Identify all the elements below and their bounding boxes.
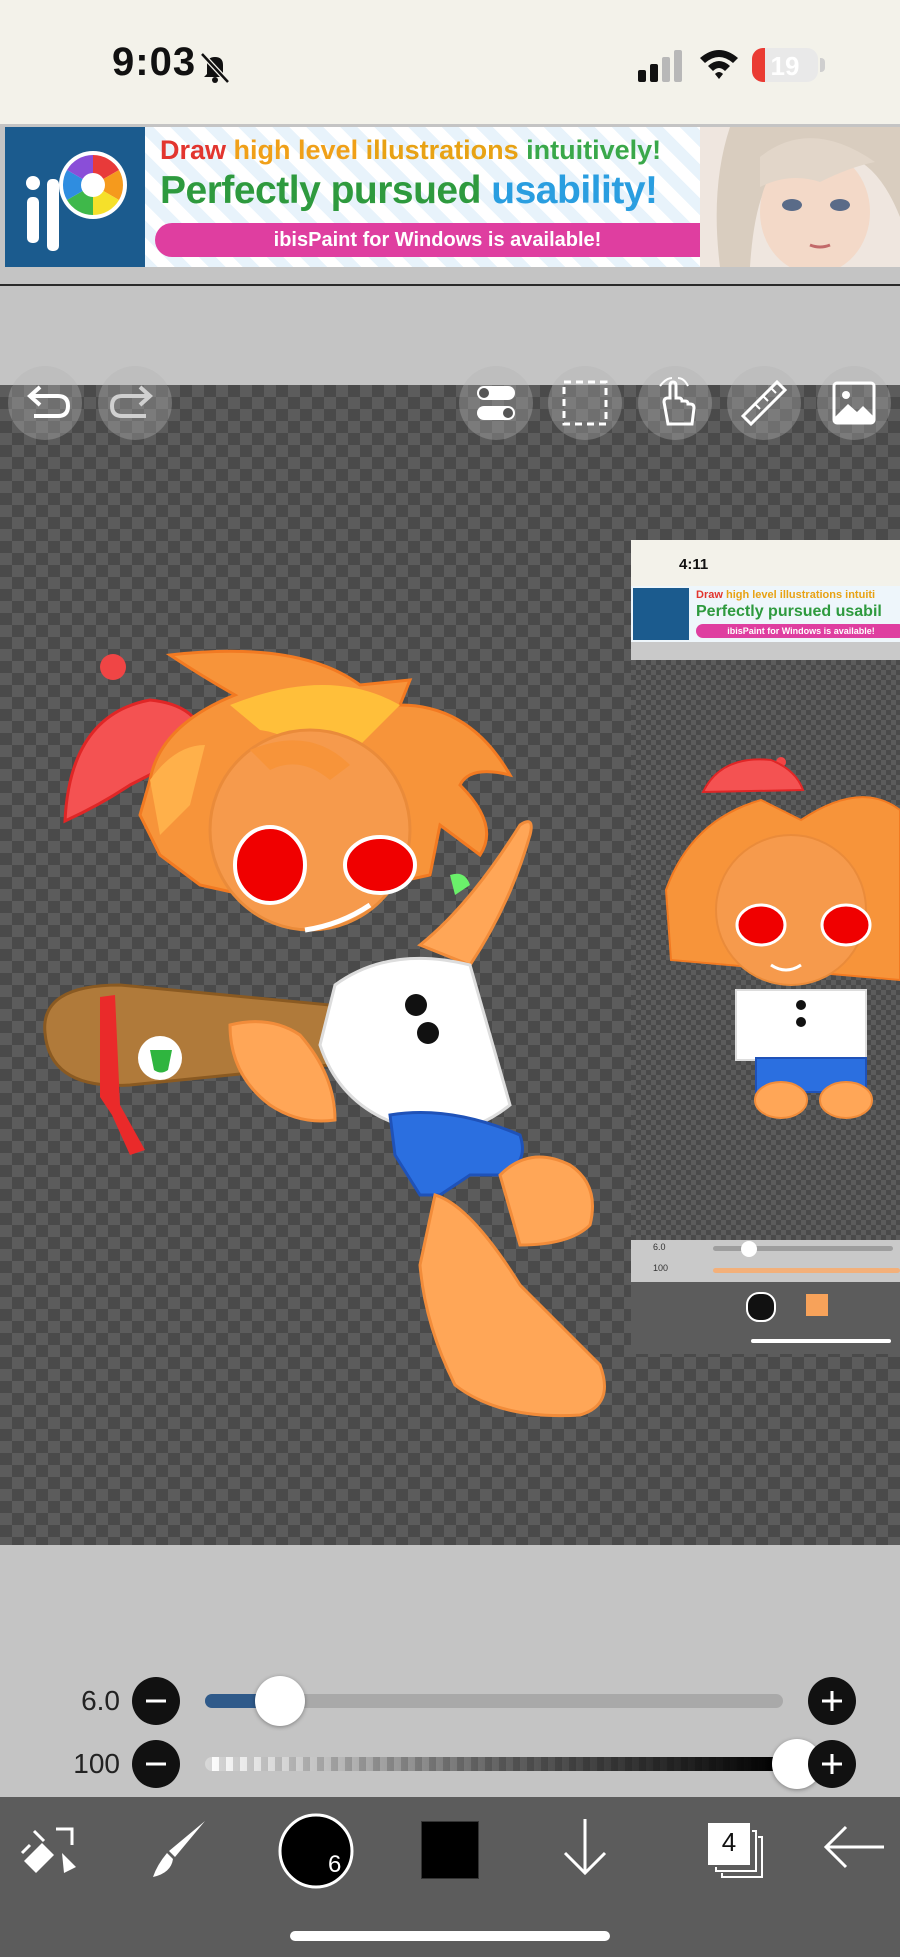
ibispaint-logo <box>5 127 145 267</box>
brush-number: 6 <box>328 1851 342 1878</box>
opacity-value: 100 <box>73 1748 120 1779</box>
reference-home-indicator <box>751 1339 891 1343</box>
ad-banner[interactable]: Draw high level illustrations intuitivel… <box>5 127 900 267</box>
brush-settings-panel: 6.0 100 <box>0 1545 900 1797</box>
battery-indicator: 19 <box>752 48 818 82</box>
brush-circle-icon <box>278 1813 354 1889</box>
opacity-track[interactable] <box>205 1757 783 1771</box>
reference-character <box>664 757 900 1119</box>
redo-button[interactable] <box>98 366 172 440</box>
reference-brush-panel: 6.0 100 <box>631 1240 900 1282</box>
move-down-button[interactable] <box>545 1805 633 1893</box>
reference-size-knob <box>741 1241 757 1257</box>
drawing-canvas[interactable]: 4:11 Draw high level illustrations intui… <box>0 385 900 1545</box>
reference-color-swatch <box>806 1294 828 1316</box>
opacity-plus-button[interactable] <box>808 1740 856 1788</box>
wifi-icon <box>700 50 738 79</box>
ad-headline: Draw high level illustrations intuitivel… <box>160 135 661 166</box>
ad-portrait-image <box>700 127 900 267</box>
ad-word-draw: Draw <box>160 135 227 165</box>
reference-image-button[interactable] <box>817 366 891 440</box>
reference-brush-size: 6.0 <box>653 1242 666 1252</box>
reference-ad-pill: ibisPaint for Windows is available! <box>696 624 900 638</box>
layer-count: 4 <box>721 1827 737 1857</box>
reference-size-track <box>713 1246 893 1251</box>
selection-button[interactable] <box>548 366 622 440</box>
cellular-signal-icon <box>638 50 682 82</box>
reference-image[interactable]: 4:11 Draw high level illustrations intui… <box>631 540 900 1354</box>
reference-opacity: 100 <box>653 1263 669 1273</box>
ad-word-usability: usability! <box>491 169 658 212</box>
reference-canvas <box>631 660 900 1240</box>
reference-ad-line2: Perfectly pursued usabil <box>696 603 882 620</box>
brush-size-value: 6.0 <box>81 1685 120 1716</box>
status-bar: 9:03 19 <box>0 0 900 124</box>
color-picker-button[interactable] <box>415 1805 503 1893</box>
reference-ad: Draw high level illustrations intuiti Pe… <box>631 586 900 642</box>
hand-tool-button[interactable] <box>638 366 712 440</box>
arrow-left-icon <box>823 1825 884 1869</box>
reference-time: 4:11 <box>679 556 709 573</box>
hand-icon <box>659 377 696 426</box>
reference-ad-line1: Draw high level illustrations intuiti <box>696 589 875 601</box>
ad-tagline: Perfectly pursued usability! <box>160 169 658 213</box>
toggle-icon <box>477 386 515 420</box>
plus-icon <box>822 1691 842 1711</box>
ruler-button[interactable] <box>727 366 801 440</box>
battery-cap <box>820 58 825 72</box>
home-indicator <box>290 1931 610 1941</box>
undo-button[interactable] <box>8 366 82 440</box>
selection-icon <box>562 380 608 426</box>
arrow-down-icon <box>563 1819 607 1876</box>
undo-icon <box>27 385 71 418</box>
opacity-minus-button[interactable] <box>132 1740 180 1788</box>
bottom-toolbar: 6 4 <box>0 1797 900 1957</box>
brush-size-plus-button[interactable] <box>808 1677 856 1725</box>
paintbrush-icon <box>153 1821 205 1877</box>
transform-icon <box>20 1827 76 1873</box>
transform-tool-button[interactable] <box>10 1805 98 1893</box>
plus-icon <box>822 1754 842 1774</box>
primary-color-swatch <box>421 1821 479 1879</box>
ad-pill: ibisPaint for Windows is available! <box>155 223 720 257</box>
reference-ad-draw: Draw <box>696 589 723 601</box>
brush-tool-button[interactable] <box>135 1805 223 1893</box>
ad-word-illustrations: illustrations <box>365 135 519 165</box>
ruler-icon <box>740 379 788 427</box>
image-icon <box>832 381 876 425</box>
brush-selector-button[interactable]: 6 <box>270 1805 362 1893</box>
brush-size-minus-button[interactable] <box>132 1677 180 1725</box>
reference-brush-circle <box>746 1292 776 1322</box>
minus-icon <box>146 1762 166 1766</box>
brush-size-knob[interactable] <box>255 1676 306 1726</box>
minus-icon <box>146 1699 166 1703</box>
ad-word-intuitively: intuitively! <box>526 135 662 165</box>
battery-level: 19 <box>770 51 800 81</box>
back-button[interactable] <box>812 1805 900 1893</box>
reference-ad-rest: high level illustrations intuiti <box>725 589 876 601</box>
redo-icon <box>109 385 153 418</box>
bell-slash-icon <box>200 52 230 84</box>
layers-button[interactable]: 4 <box>690 1805 778 1893</box>
reference-ad-logo <box>633 588 689 640</box>
ad-word-perfectly: Perfectly pursued <box>160 169 481 212</box>
reference-opacity-track <box>713 1268 900 1273</box>
reference-bottom-bar <box>631 1282 900 1354</box>
toggle-panel-button[interactable] <box>459 366 533 440</box>
reference-status-bar: 4:11 <box>631 540 900 586</box>
ad-word-high-level: high level <box>233 135 359 165</box>
clock: 9:03 <box>112 40 197 84</box>
